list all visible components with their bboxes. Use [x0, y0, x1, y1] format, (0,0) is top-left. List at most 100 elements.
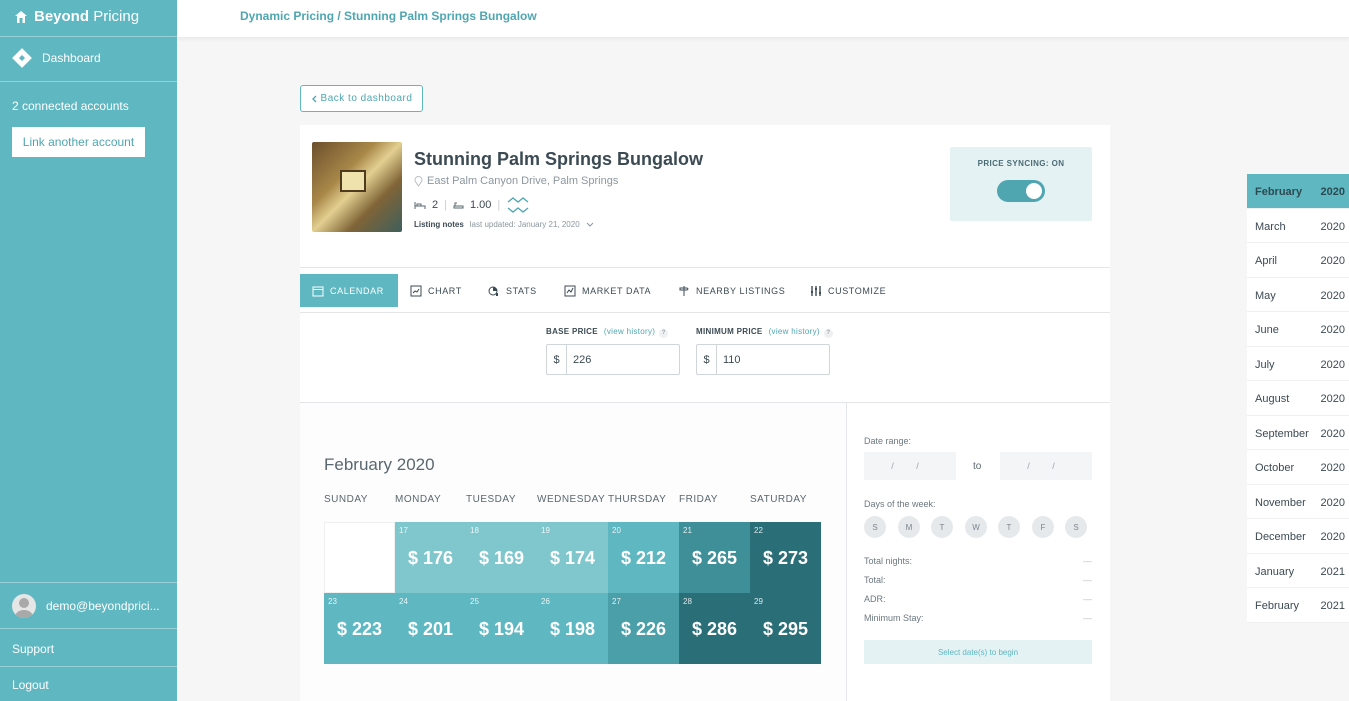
month-option[interactable]: February 2020	[1247, 174, 1349, 209]
calendar-day[interactable]: 17 $ 176	[395, 522, 466, 593]
month-option[interactable]: February 2021	[1247, 588, 1349, 623]
calendar-day[interactable]: 28 $ 286	[679, 593, 750, 664]
day-price: $ 265	[691, 548, 738, 568]
to-label: to	[973, 461, 982, 472]
brand-logo[interactable]: Beyond Pricing	[14, 8, 139, 25]
bedrooms-count: 2	[432, 199, 439, 211]
price-syncing-toggle[interactable]	[997, 180, 1045, 202]
notes-updated: last updated: January 21, 2020	[469, 220, 580, 229]
stat-value: —	[1083, 556, 1092, 566]
tab-nearby-listings[interactable]: NEARBY LISTINGS	[666, 274, 797, 307]
tab-market-data[interactable]: MARKET DATA	[552, 274, 663, 307]
day-number: 20	[612, 526, 621, 535]
support-link[interactable]: Support	[12, 642, 54, 656]
expand-chevrons-icon[interactable]	[506, 197, 530, 213]
month-name: December	[1255, 531, 1306, 543]
month-name: February	[1255, 600, 1300, 612]
month-option[interactable]: June 2020	[1247, 312, 1349, 347]
back-to-dashboard-button[interactable]: Back to dashboard	[300, 85, 423, 112]
start-date-input[interactable]: / /	[864, 452, 956, 480]
month-year: 2020	[1320, 255, 1345, 267]
month-option[interactable]: July 2020	[1247, 346, 1349, 381]
month-year: 2020	[1320, 393, 1345, 405]
day-toggle-wednesday[interactable]: W	[965, 516, 987, 538]
day-toggle-friday[interactable]: F	[1032, 516, 1054, 538]
stat-minimum-stay: Minimum Stay: —	[864, 613, 1092, 623]
divider	[0, 36, 177, 37]
month-name: May	[1255, 289, 1276, 302]
meta-separator: |	[444, 199, 447, 211]
tab-label: CUSTOMIZE	[828, 285, 887, 296]
month-option[interactable]: September 2020	[1247, 415, 1349, 450]
calendar-day[interactable]: 18 $ 169	[466, 522, 537, 593]
tab-calendar[interactable]: CALENDAR	[300, 274, 398, 307]
help-icon[interactable]: ?	[823, 329, 833, 338]
base-price-label: BASE PRICE	[546, 327, 598, 336]
stat-label: Minimum Stay:	[864, 613, 924, 623]
month-year: 2020	[1320, 324, 1345, 336]
bathrooms-count: 1.00	[469, 199, 492, 211]
day-toggle-thursday[interactable]: T	[998, 516, 1020, 538]
stat-total: Total: —	[864, 575, 1092, 585]
user-menu[interactable]: demo@beyondprici...	[12, 594, 160, 618]
tab-chart[interactable]: CHART	[398, 274, 474, 307]
breadcrumb[interactable]: Dynamic Pricing / Stunning Palm Springs …	[240, 9, 537, 23]
calendar-day[interactable]: 20 $ 212	[608, 522, 679, 593]
day-number: 23	[328, 597, 337, 606]
min-price-history-link[interactable]: (view history)	[769, 327, 820, 336]
month-name: June	[1255, 324, 1279, 336]
listing-photo	[312, 142, 402, 232]
calendar-day[interactable]	[324, 522, 395, 593]
month-name: September	[1255, 427, 1309, 440]
calendar-day[interactable]: 21 $ 265	[679, 522, 750, 593]
day-toggle-saturday[interactable]: S	[1065, 516, 1087, 538]
sidebar-item-dashboard[interactable]: Dashboard	[12, 48, 101, 68]
base-price-history-link[interactable]: (view history)	[604, 327, 655, 336]
day-toggle-sunday[interactable]: S	[864, 516, 886, 538]
calendar-day[interactable]: 27 $ 226	[608, 593, 679, 664]
calendar-day[interactable]: 23 $ 223	[324, 593, 395, 664]
stat-label: Total:	[864, 575, 886, 585]
select-dates-button[interactable]: Select date(s) to begin	[864, 640, 1092, 664]
day-number: 27	[612, 597, 621, 606]
month-name: January	[1255, 565, 1295, 578]
calendar-day[interactable]: 26 $ 198	[537, 593, 608, 664]
min-price-input[interactable]: $ 110	[696, 344, 830, 375]
calendar-day[interactable]: 25 $ 194	[466, 593, 537, 664]
month-year: 2020	[1320, 427, 1345, 440]
calendar-day[interactable]: 29 $ 295	[750, 593, 821, 664]
month-option[interactable]: March 2020	[1247, 208, 1349, 243]
listing-notes-toggle[interactable]: Listing notes last updated: January 21, …	[414, 220, 594, 229]
month-option[interactable]: April 2020	[1247, 243, 1349, 278]
base-price-input[interactable]: $ 226	[546, 344, 680, 375]
month-option[interactable]: December 2020	[1247, 519, 1349, 554]
month-option[interactable]: August 2020	[1247, 381, 1349, 416]
help-icon[interactable]: ?	[659, 329, 669, 338]
day-number: 28	[683, 597, 692, 606]
calendar-day[interactable]: 22 $ 273	[750, 522, 821, 593]
calendar-day[interactable]: 19 $ 174	[537, 522, 608, 593]
month-option[interactable]: October 2020	[1247, 450, 1349, 485]
date-range-label: Date range:	[864, 436, 912, 446]
end-date-input[interactable]: / /	[1000, 452, 1092, 480]
month-option[interactable]: November 2020	[1247, 484, 1349, 519]
day-toggle-tuesday[interactable]: T	[931, 516, 953, 538]
month-name: October	[1255, 462, 1295, 474]
min-price-label: MINIMUM PRICE	[696, 327, 763, 336]
day-price: $ 174	[549, 548, 596, 568]
connected-accounts: 2 connected accounts	[12, 99, 129, 113]
month-option[interactable]: May 2020	[1247, 277, 1349, 312]
calendar-day[interactable]: 24 $ 201	[395, 593, 466, 664]
link-account-button[interactable]: Link another account	[12, 127, 145, 157]
month-year: 2021	[1320, 600, 1345, 612]
tab-customize[interactable]: CUSTOMIZE	[798, 274, 898, 307]
min-price-value: 110	[723, 353, 741, 366]
month-option[interactable]: January 2021	[1247, 553, 1349, 588]
bath-icon	[453, 202, 464, 208]
day-toggle-monday[interactable]: M	[898, 516, 920, 538]
user-email: demo@beyondprici...	[46, 599, 160, 613]
stat-label: Total nights:	[864, 556, 913, 566]
tab-stats[interactable]: STATS	[476, 274, 549, 307]
logout-link[interactable]: Logout	[12, 678, 49, 692]
days-of-week-label: Days of the week:	[864, 499, 936, 509]
